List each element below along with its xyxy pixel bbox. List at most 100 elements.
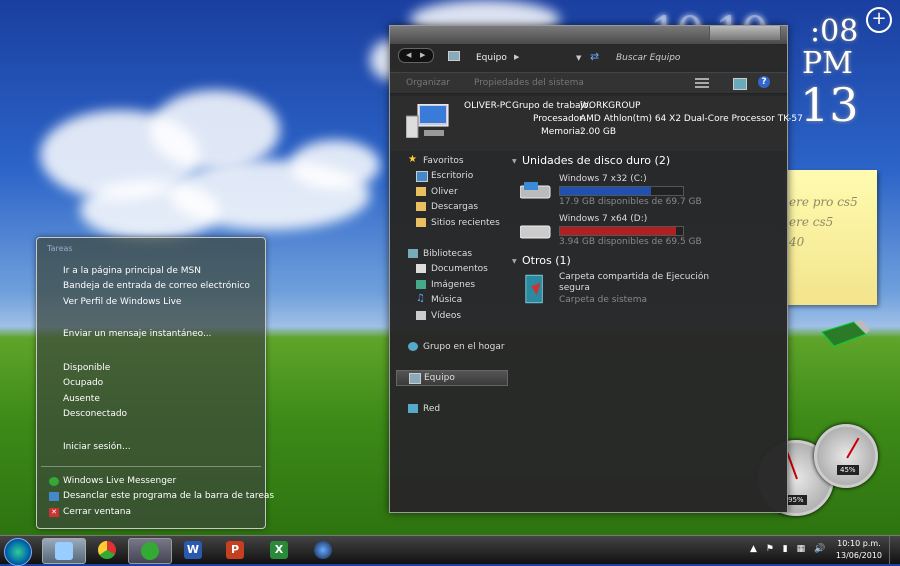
send-message-item[interactable]: Enviar un mensaje instantáneo... xyxy=(63,329,212,339)
nav-item-red[interactable]: Red xyxy=(396,402,506,416)
nav-item-favoritos[interactable]: ★ Favoritos xyxy=(396,154,506,168)
item-name: segura xyxy=(559,283,590,293)
nav-label: Equipo xyxy=(424,373,455,383)
taskbar-messenger[interactable] xyxy=(128,538,172,564)
status-item[interactable]: Ocupado xyxy=(63,378,103,388)
nav-item-bibliotecas[interactable]: Bibliotecas xyxy=(396,247,506,261)
help-icon[interactable]: ? xyxy=(758,76,770,88)
folder-icon xyxy=(55,542,73,560)
taskbar-chrome[interactable] xyxy=(86,538,128,562)
clock-seconds: :08 xyxy=(810,14,859,49)
group-header-hdd[interactable]: Unidades de disco duro (2) xyxy=(512,154,670,167)
show-hidden-icons[interactable]: ▲ xyxy=(750,544,757,554)
chrome-icon xyxy=(98,541,116,559)
computer-monitor-icon xyxy=(406,104,449,138)
jumplist-task[interactable]: Ir a la página principal de MSN xyxy=(63,266,201,276)
back-forward-buttons[interactable]: ◀ ▶ xyxy=(398,48,434,63)
usb-drive-icon[interactable] xyxy=(818,320,870,350)
close-window-item[interactable]: Cerrar ventana xyxy=(63,507,131,517)
recent-places-icon xyxy=(416,218,426,227)
taskbar-powerpoint[interactable]: P xyxy=(214,538,256,562)
taskbar-explorer[interactable] xyxy=(42,538,86,564)
drive-usage-fill xyxy=(560,187,652,195)
show-desktop-button[interactable] xyxy=(889,536,900,564)
open-messenger-item[interactable]: Windows Live Messenger xyxy=(63,476,176,486)
chevron-right-icon[interactable]: ▶ xyxy=(514,53,519,61)
unpin-item[interactable]: Desanclar este programa de la barra de t… xyxy=(63,491,274,501)
note-line: ere pro cs5 xyxy=(789,195,858,209)
nav-label: Bibliotecas xyxy=(423,249,473,259)
videos-icon xyxy=(416,311,426,320)
drive-name: Windows 7 x64 (D:) xyxy=(559,214,648,224)
nav-item-escritorio[interactable]: Escritorio xyxy=(404,169,514,183)
gauge-percent: 45% xyxy=(837,465,859,475)
breadcrumb-equipo[interactable]: Equipo xyxy=(476,53,507,63)
group-header-otros[interactable]: Otros (1) xyxy=(512,254,571,267)
taskbar-word[interactable]: W xyxy=(172,538,214,562)
flag-icon[interactable]: ⚑ xyxy=(766,544,774,554)
drive-space: 17.9 GB disponibles de 69.7 GB xyxy=(559,197,702,207)
forward-arrow-icon[interactable]: ▶ xyxy=(420,51,425,59)
nav-item-imagenes[interactable]: Imágenes xyxy=(404,278,514,292)
status-item[interactable]: Ausente xyxy=(63,394,100,404)
globe-icon xyxy=(314,541,332,559)
address-bar[interactable]: ◀ ▶ Equipo ▶ ▼ ⇄ Buscar Equipo xyxy=(390,45,787,69)
unpin-icon xyxy=(49,492,59,501)
nav-item-documentos[interactable]: Documentos xyxy=(404,262,514,276)
chevron-down-icon[interactable]: ▼ xyxy=(576,54,581,62)
nav-item-musica[interactable]: ♫ Música xyxy=(404,293,514,307)
back-arrow-icon[interactable]: ◀ xyxy=(406,51,411,59)
nav-item-grupo[interactable]: Grupo en el hogar xyxy=(396,340,506,354)
nav-item-videos[interactable]: Vídeos xyxy=(404,309,514,323)
tray-clock[interactable]: 10:10 p.m. 13/06/2010 xyxy=(836,538,882,562)
nav-item-oliver[interactable]: Oliver xyxy=(404,185,514,199)
refresh-icon[interactable]: ⇄ xyxy=(590,50,599,63)
shared-folder-icon xyxy=(525,274,543,304)
libraries-icon xyxy=(408,249,418,258)
view-options-icon[interactable] xyxy=(695,78,709,88)
drive-name: Windows 7 x32 (C:) xyxy=(559,174,647,184)
taskbar-globe[interactable] xyxy=(302,538,344,562)
processor-label: Procesador: xyxy=(533,114,586,124)
add-gadget-button[interactable]: + xyxy=(866,7,892,33)
signin-item[interactable]: Iniciar sesión... xyxy=(63,442,131,452)
network-icon xyxy=(408,404,418,413)
sticky-note[interactable]: ere pro cs5 ere cs5 40 xyxy=(785,170,877,305)
clock-day: 13 xyxy=(800,78,859,132)
system-properties-button[interactable]: Propiedades del sistema xyxy=(474,78,584,88)
volume-icon[interactable]: 🔊 xyxy=(814,544,825,554)
music-icon: ♫ xyxy=(416,293,425,304)
preview-pane-icon[interactable] xyxy=(733,78,747,90)
note-line: ere cs5 xyxy=(789,215,834,229)
status-item[interactable]: Desconectado xyxy=(63,409,127,419)
cloud xyxy=(150,90,280,170)
taskbar-excel[interactable]: X xyxy=(258,538,300,562)
jumplist-task[interactable]: Bandeja de entrada de correo electrónico xyxy=(63,281,250,291)
battery-icon[interactable]: ▮ xyxy=(783,544,788,554)
cloud xyxy=(290,140,380,190)
gauge-needle xyxy=(846,437,860,459)
nav-item-descargas[interactable]: Descargas xyxy=(404,200,514,214)
organize-button[interactable]: Organizar xyxy=(406,78,450,88)
memory-gauge[interactable]: 45% xyxy=(814,424,878,488)
caption-buttons[interactable] xyxy=(709,26,781,41)
explorer-window[interactable]: ◀ ▶ Equipo ▶ ▼ ⇄ Buscar Equipo Organizar… xyxy=(389,25,803,513)
nav-item-equipo[interactable]: Equipo xyxy=(396,370,508,386)
network-icon[interactable]: ▦ xyxy=(797,544,806,554)
drive-usage-fill xyxy=(560,227,676,235)
processor-value: AMD Athlon(tm) 64 X2 Dual-Core Processor… xyxy=(580,114,803,124)
homegroup-icon xyxy=(408,342,418,351)
status-item[interactable]: Disponible xyxy=(63,363,110,373)
system-tray: ▲ ⚑ ▮ ▦ 🔊 xyxy=(750,544,825,554)
pictures-icon xyxy=(416,280,426,289)
cloud xyxy=(80,180,220,240)
start-button[interactable] xyxy=(4,538,32,566)
hard-drive-icon xyxy=(520,182,551,199)
item-name: Carpeta compartida de Ejecución xyxy=(559,272,710,282)
clock-date: 13/06/2010 xyxy=(835,551,882,560)
nav-label: Favoritos xyxy=(423,156,464,166)
search-input[interactable]: Buscar Equipo xyxy=(616,53,680,63)
clock-time: 10:10 p.m. xyxy=(837,539,881,548)
jumplist-task[interactable]: Ver Perfil de Windows Live xyxy=(63,297,181,307)
nav-item-sitios[interactable]: Sitios recientes xyxy=(404,216,514,230)
